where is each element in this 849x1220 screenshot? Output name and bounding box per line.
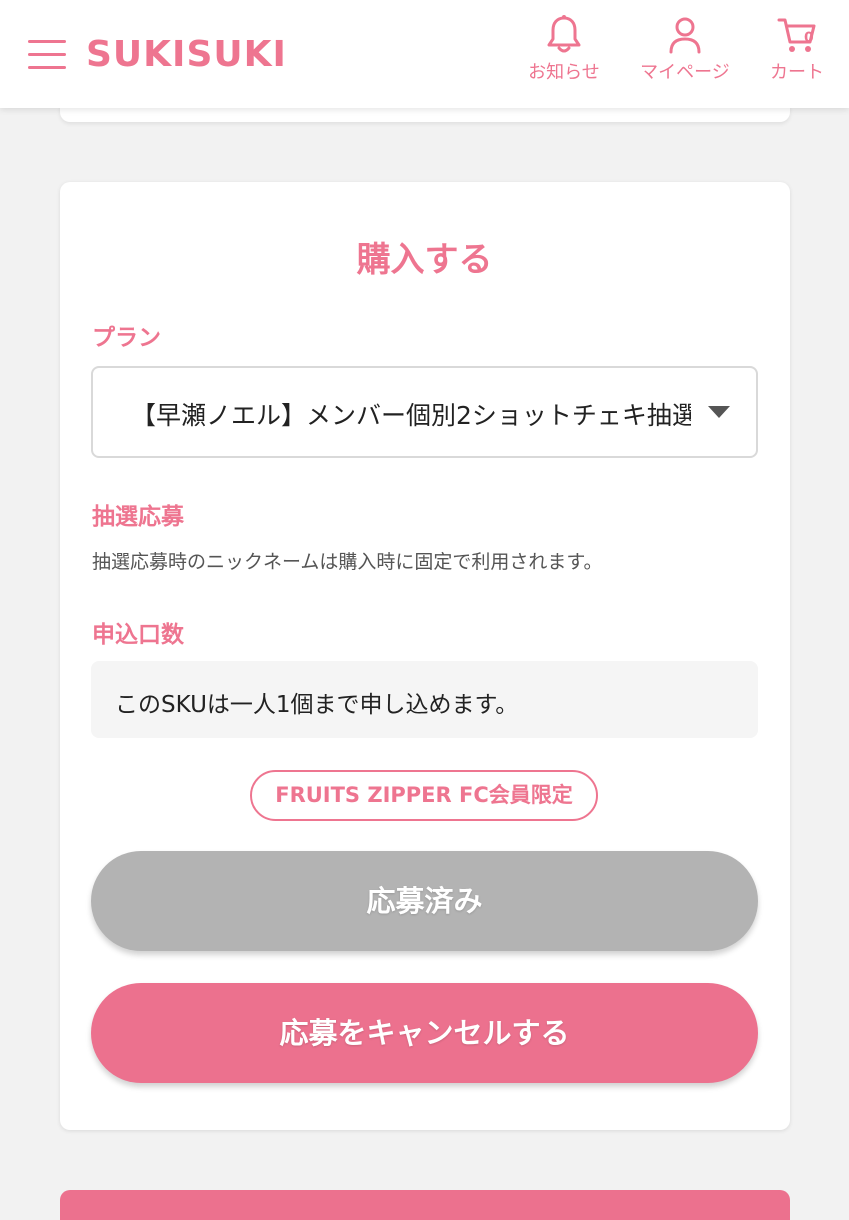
plan-label: プラン (92, 325, 161, 351)
chevron-down-icon (708, 406, 730, 418)
next-card (60, 1190, 790, 1220)
user-icon (669, 17, 701, 54)
cart-count-badge: 0 (804, 30, 814, 46)
quantity-info-box: このSKUは一人1個まで申し込めます。 (91, 661, 758, 738)
member-only-badge: FRUITS ZIPPER FC会員限定 (250, 770, 598, 821)
purchase-title: 購入する (356, 240, 493, 280)
nav-notifications-label: お知らせ (528, 62, 600, 83)
menu-icon[interactable] (28, 38, 66, 70)
cancel-application-button[interactable]: 応募をキャンセルする (91, 983, 758, 1083)
nav-mypage-label: マイページ (640, 62, 730, 83)
plan-select-value: 【早瀬ノエル】メンバー個別2ショットチェキ抽選 (131, 401, 691, 430)
applied-button[interactable]: 応募済み (91, 851, 758, 951)
bell-icon (547, 15, 581, 53)
lottery-note: 抽選応募時のニックネームは購入時に固定で利用されます。 (92, 551, 603, 573)
nav-cart[interactable]: 0 カート (742, 14, 849, 94)
site-logo[interactable]: SUKISUKI (86, 34, 287, 76)
nav-notifications[interactable]: お知らせ (509, 14, 619, 94)
quantity-note: このSKUは一人1個まで申し込めます。 (115, 692, 519, 718)
nav-cart-label: カート (770, 62, 824, 83)
nav-mypage[interactable]: マイページ (630, 14, 740, 94)
quantity-label: 申込口数 (92, 622, 184, 648)
site-header: SUKISUKI お知らせ マイページ 0 カート (0, 0, 849, 108)
lottery-label: 抽選応募 (92, 504, 184, 530)
plan-select[interactable]: 【早瀬ノエル】メンバー個別2ショットチェキ抽選 (91, 366, 758, 458)
